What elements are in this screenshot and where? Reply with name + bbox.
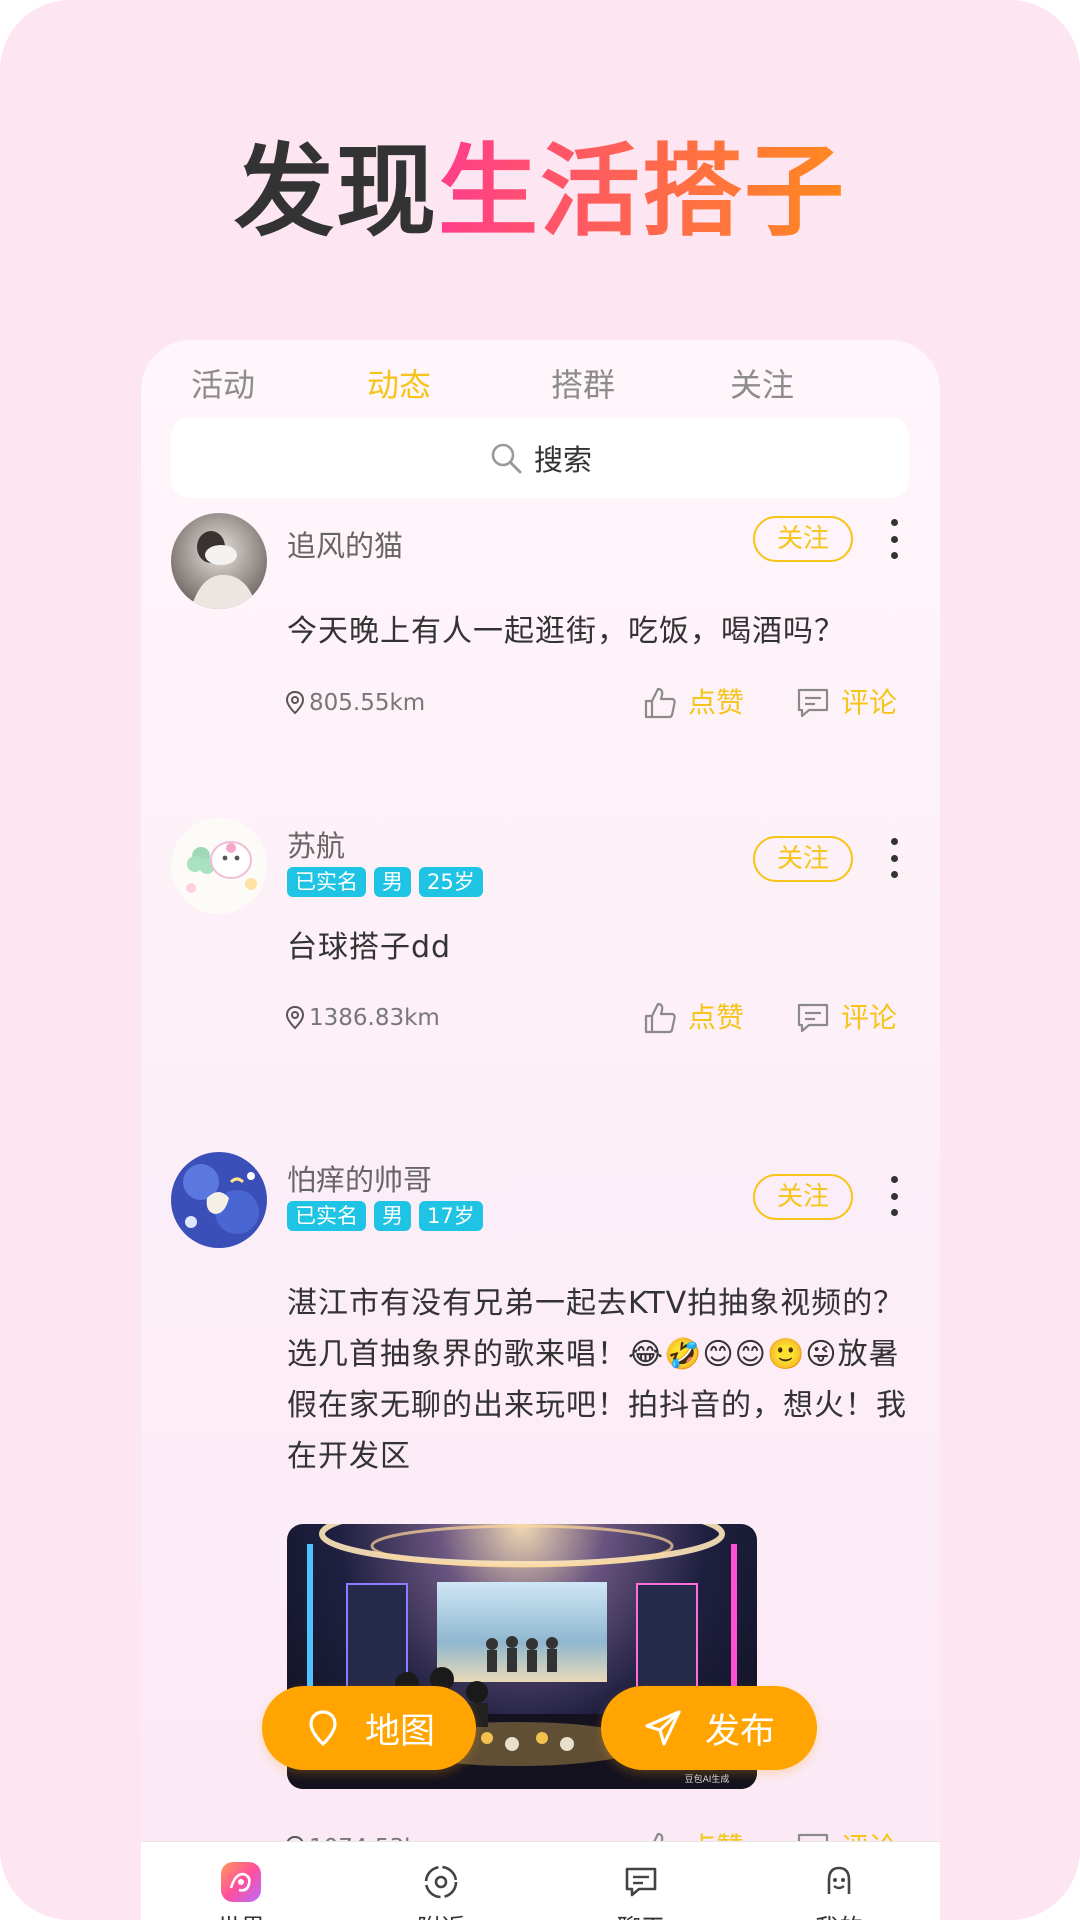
post-meta: 805.55km 点赞 评论 xyxy=(285,683,915,723)
comment-label: 评论 xyxy=(841,1001,898,1034)
publish-label: 发布 xyxy=(704,1711,775,1752)
post-meta: 1386.83km 点赞 评论 xyxy=(285,998,915,1038)
search-icon xyxy=(491,443,522,474)
publish-button[interactable]: 发布 xyxy=(601,1686,817,1770)
tab-activity[interactable]: 活动 xyxy=(191,360,255,406)
distance-text: 1386.83km xyxy=(309,1005,440,1031)
chat-icon xyxy=(625,1867,657,1897)
gender-badge: 男 xyxy=(374,867,411,897)
map-label: 地图 xyxy=(364,1711,435,1752)
location-pin-icon xyxy=(285,1006,305,1030)
gender-badge: 男 xyxy=(374,1201,411,1231)
nav-label: 聊天 xyxy=(581,1908,701,1920)
distance: 805.55km xyxy=(285,683,425,723)
avatar[interactable] xyxy=(171,513,267,609)
nav-chat[interactable]: 聊天 xyxy=(581,1860,701,1920)
location-pin-icon xyxy=(309,1710,337,1747)
verified-badge: 已实名 xyxy=(287,867,366,897)
distance-text: 805.55km xyxy=(309,690,426,716)
more-options-icon[interactable] xyxy=(884,838,904,878)
tab-moments[interactable]: 动态 xyxy=(367,360,431,406)
nav-label: 附近 xyxy=(381,1908,501,1920)
nav-nearby[interactable]: 附近 xyxy=(381,1860,501,1920)
promo-headline: 发现生活搭子 xyxy=(0,110,1080,255)
age-badge: 25岁 xyxy=(419,867,483,897)
promo-canvas: 发现生活搭子 活动 动态 搭群 关注 搜索 追风的猫 关注 今天晚上有人一起逛街… xyxy=(0,0,1080,1920)
tab-following[interactable]: 关注 xyxy=(730,360,794,406)
username[interactable]: 怕痒的帅哥 xyxy=(287,1157,432,1199)
like-button[interactable]: 点赞 xyxy=(642,998,744,1038)
comment-icon xyxy=(797,688,829,718)
like-label: 点赞 xyxy=(688,686,745,719)
top-tabs: 活动 动态 搭群 关注 xyxy=(141,360,940,420)
distance: 1386.83km xyxy=(285,998,440,1038)
search-placeholder: 搜索 xyxy=(533,443,592,477)
world-logo-icon xyxy=(221,1862,261,1902)
image-watermark: 豆包AI生成 xyxy=(685,1773,730,1785)
nav-world[interactable]: 世界 xyxy=(181,1860,301,1920)
tab-groups[interactable]: 搭群 xyxy=(551,360,615,406)
map-button[interactable]: 地图 xyxy=(262,1686,476,1770)
nav-profile[interactable]: 我的 xyxy=(779,1860,899,1920)
comment-button[interactable]: 评论 xyxy=(795,998,897,1038)
thumbs-up-icon xyxy=(644,687,676,719)
avatar[interactable] xyxy=(171,818,267,914)
post-content: 湛江市有没有兄弟一起去KTV拍抽象视频的？选几首抽象界的歌来唱！😂🤣😊😊🙂😜放暑… xyxy=(287,1286,907,1474)
nav-label: 我的 xyxy=(779,1908,899,1920)
follow-button[interactable]: 关注 xyxy=(753,836,853,882)
nav-label: 世界 xyxy=(181,1908,301,1920)
follow-button[interactable]: 关注 xyxy=(753,1174,853,1220)
like-label: 点赞 xyxy=(688,1001,745,1034)
location-pin-icon xyxy=(285,691,305,715)
user-badges: 已实名 男 17岁 xyxy=(287,1201,483,1231)
user-badges: 已实名 男 25岁 xyxy=(287,867,483,897)
post-content: 台球搭子dd xyxy=(287,930,452,965)
send-icon xyxy=(645,1710,681,1746)
search-bar[interactable]: 搜索 xyxy=(171,418,909,498)
avatar[interactable] xyxy=(171,1152,267,1248)
username[interactable]: 苏航 xyxy=(287,823,345,865)
comment-button[interactable]: 评论 xyxy=(795,683,897,723)
more-options-icon[interactable] xyxy=(884,519,904,559)
age-badge: 17岁 xyxy=(419,1201,483,1231)
comment-icon xyxy=(797,1003,829,1033)
nearby-icon xyxy=(424,1865,458,1899)
verified-badge: 已实名 xyxy=(287,1201,366,1231)
follow-button[interactable]: 关注 xyxy=(753,516,853,562)
like-button[interactable]: 点赞 xyxy=(642,683,744,723)
post-content: 今天晚上有人一起逛街，吃饭，喝酒吗？ xyxy=(287,614,845,649)
headline-part-1: 发现 xyxy=(234,133,438,250)
username[interactable]: 追风的猫 xyxy=(287,523,403,565)
headline-part-2: 生活搭子 xyxy=(438,133,846,250)
app-screen: 活动 动态 搭群 关注 搜索 追风的猫 关注 今天晚上有人一起逛街，吃饭，喝酒吗… xyxy=(141,340,940,1920)
thumbs-up-icon xyxy=(644,1002,676,1034)
profile-icon xyxy=(827,1866,851,1894)
comment-label: 评论 xyxy=(841,686,898,719)
more-options-icon[interactable] xyxy=(884,1176,904,1216)
bottom-navigation: 世界 附近 聊天 我的 xyxy=(141,1841,940,1920)
